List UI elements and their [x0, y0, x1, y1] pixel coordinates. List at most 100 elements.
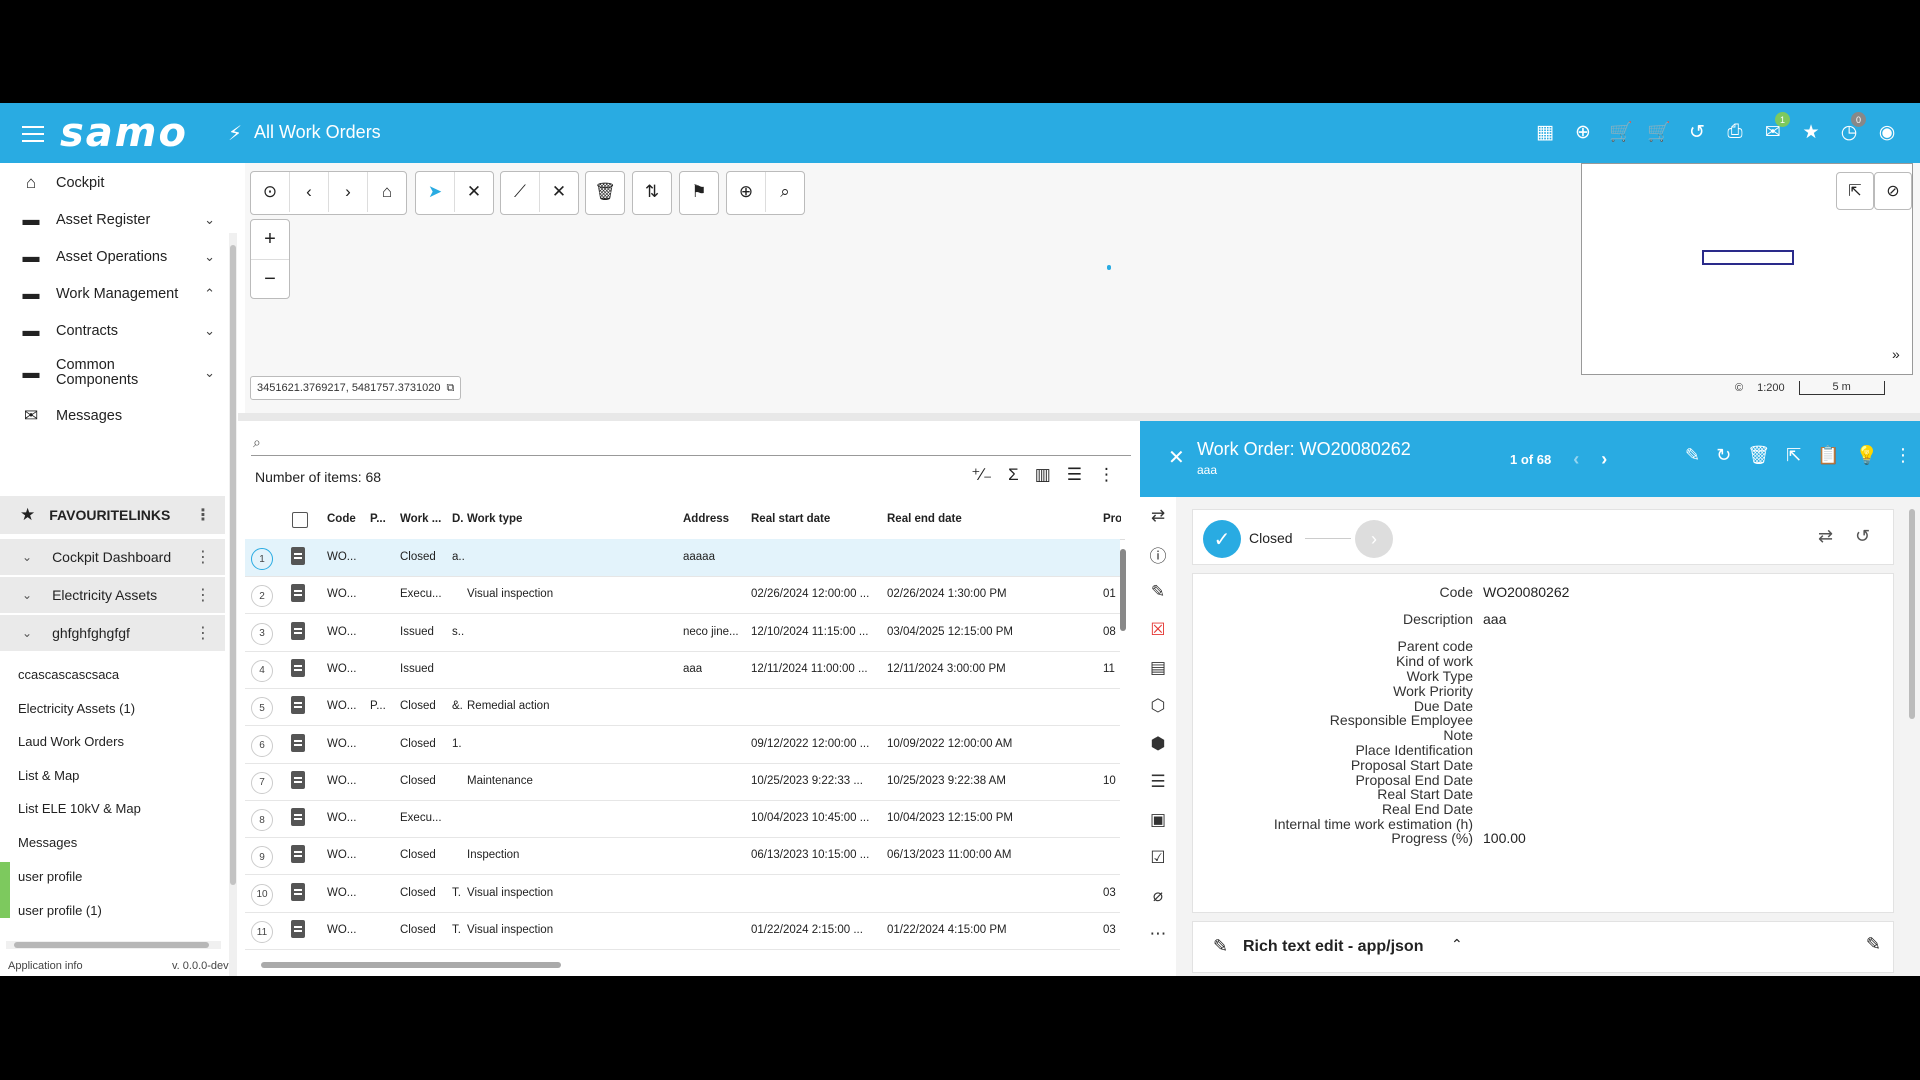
- list-vertical-scrollbar[interactable]: [1119, 541, 1127, 951]
- history-icon[interactable]: ↺: [1684, 118, 1710, 146]
- workflow-icon[interactable]: ⇄: [1140, 497, 1176, 535]
- packages-icon[interactable]: ⬢: [1140, 725, 1176, 763]
- lightbulb-icon[interactable]: 💡: [1856, 445, 1878, 466]
- sidebar-item-work-management[interactable]: ▬ Work Management ⌃: [0, 274, 225, 314]
- more-horiz-icon[interactable]: ⋯: [1140, 915, 1176, 953]
- overview-map[interactable]: ⇱ ⊘ »: [1581, 163, 1913, 375]
- more-vert-icon[interactable]: ⋮: [1894, 445, 1912, 466]
- star-icon[interactable]: ★: [1798, 118, 1824, 146]
- rich-text-section[interactable]: ✎ Rich text edit - app/json ⌃ ✎: [1192, 921, 1894, 973]
- sidebar-horizontal-scrollbar[interactable]: [6, 941, 221, 949]
- pane-splitter[interactable]: [238, 413, 1920, 421]
- clear-measure-icon[interactable]: ✕: [540, 172, 578, 212]
- open-external-icon[interactable]: ⇱: [1836, 172, 1874, 210]
- sidebar-item-contracts[interactable]: ▬ Contracts ⌄: [0, 311, 225, 351]
- table-row[interactable]: 10 WO... Closed T. Visual inspection 03: [245, 875, 1120, 913]
- layers-icon[interactable]: ⇅: [633, 172, 671, 212]
- select-all-checkbox[interactable]: [292, 512, 308, 528]
- fav-link[interactable]: Laud Work Orders: [18, 734, 124, 749]
- chevron-down-icon[interactable]: ⌄: [22, 626, 32, 640]
- chevron-down-icon[interactable]: ⌄: [204, 365, 215, 381]
- table-row[interactable]: 8 WO... Execu... 10/04/2023 10:45:00 ... 10/…: [245, 800, 1120, 839]
- columns-icon[interactable]: ▥: [1035, 465, 1051, 485]
- expand-more-icon[interactable]: »: [1892, 346, 1900, 362]
- refresh-icon[interactable]: ↻: [1716, 445, 1731, 466]
- clear-selection-icon[interactable]: ✕: [455, 172, 493, 212]
- scrollbar-thumb[interactable]: [230, 245, 236, 885]
- copy-icon[interactable]: ⧉: [447, 382, 455, 395]
- account-icon[interactable]: ◉: [1874, 118, 1900, 146]
- edit-icon[interactable]: ✎: [1685, 445, 1700, 466]
- more-vert-icon[interactable]: ⋮: [195, 505, 211, 525]
- sidebar-item-asset-operations[interactable]: ▬ Asset Operations ⌄: [0, 237, 225, 277]
- chevron-up-icon[interactable]: ⌃: [204, 286, 215, 302]
- workflow-icon[interactable]: ⇄: [1818, 526, 1833, 547]
- table-row[interactable]: 6 WO... Closed 1. 09/12/2022 12:00:00 ... 10/…: [245, 726, 1120, 764]
- zoom-out-button[interactable]: −: [251, 260, 289, 299]
- edit-icon[interactable]: ✎: [1866, 934, 1881, 955]
- back-icon[interactable]: ‹: [290, 172, 329, 212]
- column-header[interactable]: P...: [370, 513, 386, 525]
- cancel-icon[interactable]: ☒: [1140, 611, 1176, 649]
- dashboard-icon[interactable]: ▦: [1532, 118, 1558, 146]
- more-vert-icon[interactable]: ⋮: [195, 547, 211, 567]
- list-icon[interactable]: ☰: [1140, 763, 1176, 801]
- column-header[interactable]: Address: [683, 513, 729, 525]
- favourites-header[interactable]: ★ FAVOURITELINKS ⋮: [0, 496, 225, 534]
- cart-add-icon[interactable]: 🛒: [1608, 118, 1634, 146]
- table-row[interactable]: 4 WO... Issued aaa 12/11/2024 11:00:00 ... 12…: [245, 651, 1120, 689]
- column-header[interactable]: Real end date: [887, 513, 962, 525]
- mail-icon[interactable]: ✉ 1: [1760, 112, 1790, 146]
- fav-link[interactable]: List ELE 10kV & Map: [18, 801, 141, 816]
- search-icon[interactable]: ⌕: [766, 172, 804, 212]
- select-pointer-icon[interactable]: ➤: [416, 172, 455, 212]
- hamburger-menu-icon[interactable]: [22, 121, 44, 145]
- column-header[interactable]: D.: [452, 513, 464, 525]
- measure-icon[interactable]: ⟋: [501, 172, 540, 212]
- flag-icon[interactable]: ⚑: [680, 172, 718, 212]
- scrollbar-thumb[interactable]: [261, 962, 561, 968]
- chevron-down-icon[interactable]: ⌄: [22, 588, 32, 602]
- sidebar-item-asset-register[interactable]: ▬ Asset Register ⌄: [0, 200, 225, 240]
- more-vert-icon[interactable]: ⋮: [195, 585, 211, 605]
- fav-link[interactable]: Messages: [18, 835, 77, 850]
- column-header[interactable]: Code: [327, 513, 356, 525]
- sidebar-item-common-components[interactable]: ▬ Common Components ⌄: [0, 351, 225, 395]
- column-header[interactable]: Work ...: [400, 513, 441, 525]
- chevron-down-icon[interactable]: ⌄: [204, 249, 215, 265]
- forward-icon[interactable]: ›: [329, 172, 368, 212]
- open-external-icon[interactable]: ⇱: [1786, 445, 1801, 466]
- table-row[interactable]: 3 WO... Issued s.. neco jine... 12/10/2024 11…: [245, 614, 1120, 652]
- sum-icon[interactable]: Σ: [1008, 465, 1019, 485]
- attachment-icon[interactable]: ⌀: [1140, 877, 1176, 915]
- table-row[interactable]: 7 WO... Closed Maintenance 10/25/2023 9:22:3…: [245, 763, 1120, 801]
- clipboard-icon[interactable]: 📋: [1817, 445, 1839, 466]
- fav-link[interactable]: ccascascascsaca: [18, 667, 119, 682]
- next-record-icon[interactable]: ›: [1601, 449, 1607, 470]
- fav-group-cockpit-dashboard[interactable]: ⌄ Cockpit Dashboard ⋮: [0, 539, 225, 575]
- fav-link[interactable]: List & Map: [18, 768, 79, 783]
- chevron-up-icon[interactable]: ⌃: [1451, 936, 1463, 953]
- fav-link[interactable]: Electricity Assets (1): [18, 701, 135, 716]
- fav-group-ghfghfghgfgf[interactable]: ⌄ ghfghfghgfgf ⋮: [0, 615, 225, 651]
- scrollbar-thumb[interactable]: [1909, 509, 1915, 719]
- add-circle-icon[interactable]: ⊕: [1570, 118, 1596, 146]
- next-status-button[interactable]: ›: [1355, 520, 1393, 558]
- home-icon[interactable]: ⌂: [368, 172, 406, 212]
- list-horizontal-scrollbar[interactable]: [251, 961, 1121, 969]
- info-icon[interactable]: ⓘ: [1140, 535, 1176, 573]
- scrollbar-thumb[interactable]: [14, 942, 209, 948]
- fav-link[interactable]: user profile (1): [18, 903, 102, 918]
- prev-record-icon[interactable]: ‹: [1573, 449, 1579, 470]
- chevron-down-icon[interactable]: ⌄: [22, 550, 32, 564]
- cart-icon[interactable]: 🛒: [1646, 118, 1672, 146]
- zoom-in-button[interactable]: +: [251, 220, 289, 260]
- map-view[interactable]: ⊙ ‹ › ⌂ ➤ ✕ ⟋ ✕ 🗑 ⇅ ⚑ ⊕ ⌕ + − 3451621.37…: [245, 163, 1920, 413]
- sidebar-vertical-scrollbar[interactable]: [229, 233, 237, 976]
- fav-group-electricity-assets[interactable]: ⌄ Electricity Assets ⋮: [0, 577, 225, 613]
- fav-link[interactable]: user profile: [18, 869, 82, 884]
- detail-scrollbar[interactable]: [1908, 509, 1916, 969]
- clipboard-icon[interactable]: ▤: [1140, 649, 1176, 687]
- chevron-down-icon[interactable]: ⌄: [204, 212, 215, 228]
- scrollbar-thumb[interactable]: [1120, 549, 1126, 631]
